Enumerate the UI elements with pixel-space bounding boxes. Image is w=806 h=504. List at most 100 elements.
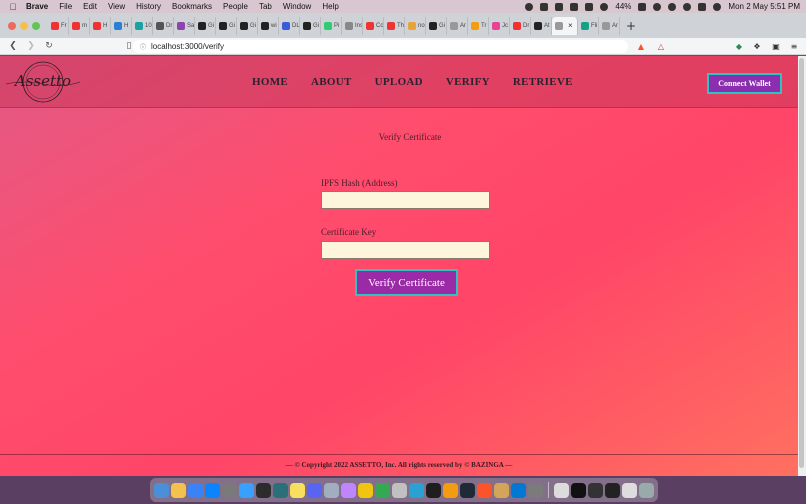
scrollbar-thumb[interactable]	[799, 58, 804, 468]
extension-tray-icon[interactable]	[540, 2, 549, 11]
dock-app-icon[interactable]	[409, 482, 424, 498]
tab[interactable]: H	[111, 16, 132, 35]
assetto-logo[interactable]: Assetto	[4, 60, 82, 104]
page-scrollbar[interactable]	[798, 56, 806, 476]
dock-app-icon[interactable]	[171, 482, 186, 498]
tab[interactable]: Dr	[153, 16, 174, 35]
dock-app-icon[interactable]	[460, 482, 475, 498]
dock-app-icon[interactable]	[511, 482, 526, 498]
close-window-button[interactable]	[8, 21, 16, 30]
connect-wallet-button[interactable]: Connect Wallet	[707, 73, 782, 94]
dock-app-icon[interactable]	[307, 482, 322, 498]
dock-app-icon[interactable]	[154, 482, 169, 498]
dock-recent-window-icon[interactable]	[554, 482, 569, 498]
close-tab-icon[interactable]: ×	[568, 21, 573, 30]
control-center-icon[interactable]	[698, 2, 707, 11]
apple-icon[interactable]: 	[8, 2, 18, 12]
dock-recent-window-icon[interactable]	[622, 482, 637, 498]
menu-help[interactable]: Help	[322, 2, 338, 11]
tab[interactable]: Tr	[468, 16, 489, 35]
tab[interactable]: Dr	[510, 16, 531, 35]
tab[interactable]: DL	[279, 16, 300, 35]
tab[interactable]: Sa	[174, 16, 195, 35]
new-tab-button[interactable]: +	[626, 19, 638, 33]
menu-bookmarks[interactable]: Bookmarks	[172, 2, 212, 11]
browser-menu-icon[interactable]: ≡	[789, 41, 799, 51]
dock-recent-window-icon[interactable]	[571, 482, 586, 498]
dock-app-icon[interactable]	[494, 482, 509, 498]
tab[interactable]: Co	[363, 16, 384, 35]
menu-history[interactable]: History	[136, 2, 161, 11]
tab[interactable]: H	[90, 16, 111, 35]
address-url[interactable]: localhost:3000/verify	[151, 42, 224, 51]
tab[interactable]: Gi	[426, 16, 447, 35]
tab[interactable]: Gi	[216, 16, 237, 35]
dock-app-icon[interactable]	[358, 482, 373, 498]
bluetooth-icon[interactable]	[600, 2, 609, 11]
address-bar[interactable]: ⓘ localhost:3000/verify	[133, 40, 628, 53]
menu-people[interactable]: People	[223, 2, 248, 11]
dock-app-icon[interactable]	[188, 482, 203, 498]
user-icon[interactable]	[668, 2, 677, 11]
tab[interactable]: Fli	[578, 16, 599, 35]
tab[interactable]: Gi	[237, 16, 258, 35]
display-icon[interactable]	[570, 2, 579, 11]
menu-window[interactable]: Window	[283, 2, 311, 11]
menubar-clock[interactable]: Mon 2 May 5:51 PM	[728, 2, 800, 11]
zoom-window-button[interactable]	[32, 21, 40, 30]
tab[interactable]: Ins	[342, 16, 363, 35]
tab[interactable]: no	[405, 16, 426, 35]
menu-view[interactable]: View	[108, 2, 125, 11]
dock-app-icon[interactable]	[290, 482, 305, 498]
wallet-icon[interactable]: ▣	[771, 41, 781, 51]
menu-app-name[interactable]: Brave	[26, 2, 48, 11]
tab[interactable]: Gi	[195, 16, 216, 35]
verify-certificate-button[interactable]: Verify Certificate	[355, 269, 458, 296]
extension-icon[interactable]: ◆	[734, 41, 744, 51]
nav-retrieve[interactable]: RETRIEVE	[513, 76, 573, 88]
reload-button[interactable]: ↻	[44, 41, 54, 51]
dock-app-icon[interactable]	[222, 482, 237, 498]
wifi-icon[interactable]	[653, 2, 662, 11]
spotlight-search-icon[interactable]	[683, 2, 692, 11]
siri-icon[interactable]	[713, 2, 722, 11]
dock-app-icon[interactable]	[426, 482, 441, 498]
dock-app-icon[interactable]	[528, 482, 543, 498]
dock-recent-window-icon[interactable]	[639, 482, 654, 498]
tab[interactable]: At	[531, 16, 552, 35]
menu-file[interactable]: File	[59, 2, 72, 11]
brave-shields-icon[interactable]: ▲	[636, 41, 646, 51]
dock-app-icon[interactable]	[239, 482, 254, 498]
tab[interactable]: Ar	[599, 16, 620, 35]
nav-verify[interactable]: VERIFY	[446, 76, 490, 88]
dock-app-icon[interactable]	[324, 482, 339, 498]
text-input-icon[interactable]	[585, 2, 594, 11]
tab[interactable]: Ar	[447, 16, 468, 35]
back-button[interactable]: ❮	[8, 41, 18, 51]
battery-icon[interactable]	[638, 2, 647, 11]
tab[interactable]: Pi	[321, 16, 342, 35]
menu-edit[interactable]: Edit	[83, 2, 97, 11]
tab-active[interactable]: ×	[552, 16, 578, 35]
tab[interactable]: m	[69, 16, 90, 35]
tab[interactable]: Gi	[300, 16, 321, 35]
brave-rewards-icon[interactable]: △	[656, 41, 666, 51]
minimize-window-button[interactable]	[20, 21, 28, 30]
dock-app-icon[interactable]	[341, 482, 356, 498]
extensions-puzzle-icon[interactable]: ❖	[752, 41, 762, 51]
tab[interactable]: Fr	[48, 16, 69, 35]
tray-app-icon[interactable]	[555, 2, 564, 11]
nav-upload[interactable]: UPLOAD	[375, 76, 423, 88]
dock-app-icon[interactable]	[205, 482, 220, 498]
tab[interactable]: Jc	[489, 16, 510, 35]
tab[interactable]: wi	[258, 16, 279, 35]
dock-app-icon[interactable]	[392, 482, 407, 498]
forward-button[interactable]: ❯	[26, 41, 36, 51]
dock-app-icon[interactable]	[375, 482, 390, 498]
dock-app-icon[interactable]	[273, 482, 288, 498]
certificate-key-input[interactable]	[321, 241, 490, 259]
site-info-icon[interactable]: ⓘ	[140, 42, 146, 51]
dock-app-icon[interactable]	[477, 482, 492, 498]
dock-recent-window-icon[interactable]	[588, 482, 603, 498]
screen-record-icon[interactable]	[525, 2, 534, 11]
